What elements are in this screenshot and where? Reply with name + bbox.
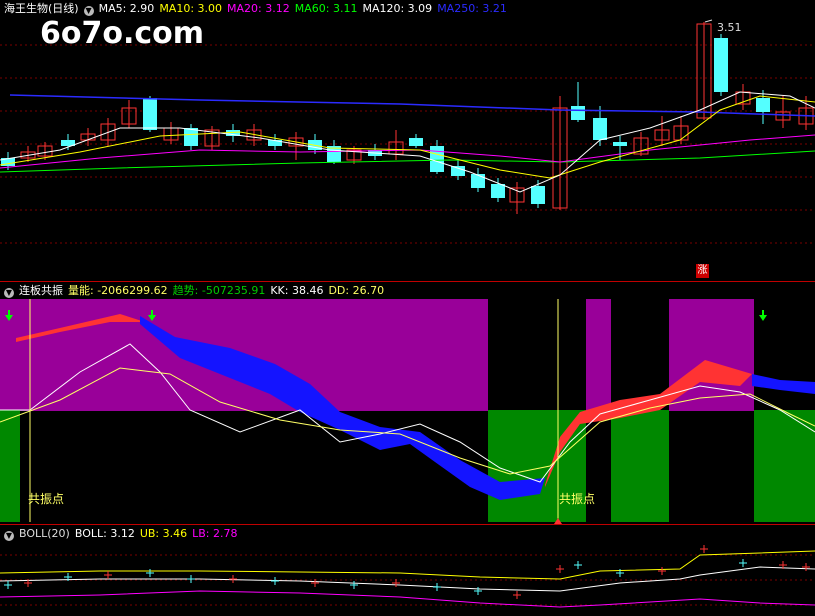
resonance-label-right: 共振点 xyxy=(559,492,596,506)
ma250-value: MA250: 3.21 xyxy=(437,2,507,15)
candle-body xyxy=(471,174,485,188)
ma10-value: MA10: 3.00 xyxy=(159,2,223,15)
boll-value: BOLL: 3.12 xyxy=(74,527,135,540)
resonance-chart[interactable] xyxy=(0,282,815,524)
limit-up-marker: 涨 xyxy=(696,264,709,278)
settings-icon[interactable]: ▼ xyxy=(4,288,14,298)
stock-title: 海王生物(日线) xyxy=(4,2,79,15)
candle-body xyxy=(613,142,627,146)
green-zone xyxy=(0,410,20,522)
candle-body xyxy=(409,138,423,146)
candle-body xyxy=(143,98,157,130)
ma60-value: MA60: 3.11 xyxy=(294,2,358,15)
ma60-line xyxy=(0,150,815,173)
lb-value: LB: 2.78 xyxy=(192,527,238,540)
ma20-value: MA20: 3.12 xyxy=(227,2,290,15)
ma120-value: MA120: 3.09 xyxy=(362,2,433,15)
indicator-title: 连板共振 xyxy=(19,284,63,297)
candle-body xyxy=(430,146,444,172)
kk-value: KK: 38.46 xyxy=(270,284,324,297)
price-panel[interactable]: 海王生物(日线) ▼ MA5: 2.90 MA10: 3.00 MA20: 3.12 MA… xyxy=(0,0,815,281)
boll-header: ▼ BOLL(20) BOLL: 3.12 UB: 3.46 LB: 2.78 xyxy=(4,527,243,541)
ma20-line xyxy=(0,134,815,169)
boll-panel[interactable]: ▼ BOLL(20) BOLL: 3.12 UB: 3.46 LB: 2.78 xyxy=(0,525,815,616)
resonance-label-left: 共振点 xyxy=(28,492,65,506)
volume-energy-value: 量能: -2066299.62 xyxy=(68,284,168,297)
resonance-panel[interactable]: ▼ 连板共振 量能: -2066299.62 趋势: -507235.91 KK: 38… xyxy=(0,282,815,524)
resonance-header: ▼ 连板共振 量能: -2066299.62 趋势: -507235.91 KK: 38… xyxy=(4,284,389,298)
ub-line xyxy=(0,550,815,580)
ub-value: UB: 3.46 xyxy=(139,527,188,540)
trend-value: 趋势: -507235.91 xyxy=(172,284,266,297)
candle-body xyxy=(531,186,545,204)
watermark-logo: 6o7o.com xyxy=(40,16,205,51)
price-header: 海王生物(日线) ▼ MA5: 2.90 MA10: 3.00 MA20: 3.12 MA… xyxy=(4,2,512,16)
ma5-value: MA5: 2.90 xyxy=(98,2,155,15)
high-marker-line xyxy=(704,19,713,23)
high-price-label: 3.51 xyxy=(717,21,742,34)
candle-body xyxy=(451,166,465,176)
dd-value: DD: 26.70 xyxy=(328,284,385,297)
candle-body xyxy=(571,106,585,120)
lb-line xyxy=(0,590,815,608)
settings-icon[interactable]: ▼ xyxy=(4,531,14,541)
candle-body xyxy=(593,118,607,140)
settings-icon[interactable]: ▼ xyxy=(83,6,94,16)
ma250-line xyxy=(9,94,815,117)
candle-body xyxy=(756,98,770,112)
candle-body xyxy=(184,128,198,146)
candle-body xyxy=(714,38,728,92)
green-zone xyxy=(611,410,669,522)
boll-title: BOLL(20) xyxy=(19,527,70,540)
candle-body xyxy=(491,184,505,198)
ma5-line xyxy=(0,91,815,193)
purple-gap xyxy=(488,299,586,411)
